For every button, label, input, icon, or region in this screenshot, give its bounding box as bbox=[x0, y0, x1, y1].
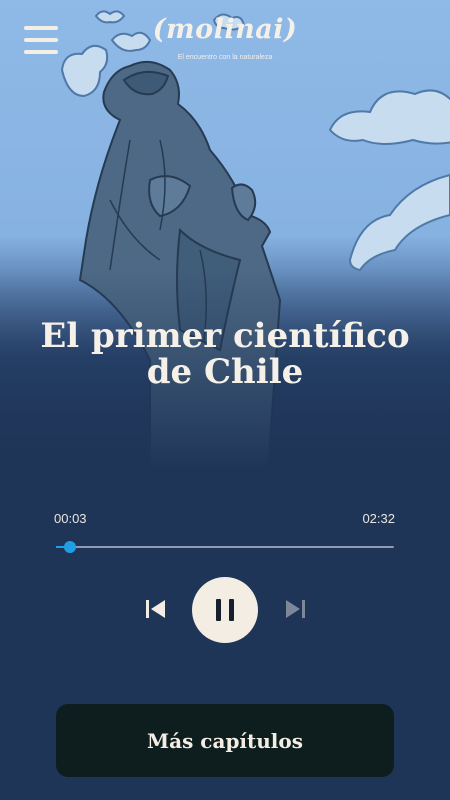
pause-button[interactable] bbox=[192, 577, 258, 643]
skip-next-icon[interactable] bbox=[283, 598, 307, 620]
current-time: 00:03 bbox=[54, 511, 87, 526]
skip-previous-icon[interactable] bbox=[144, 598, 168, 620]
progress-thumb[interactable] bbox=[63, 541, 76, 553]
app-tagline: El encuentro con la naturaleza bbox=[177, 54, 273, 61]
total-time: 02:32 bbox=[362, 511, 395, 526]
app-logo: (molinai) bbox=[152, 14, 298, 45]
episode-title-line-1: El primer científico bbox=[40, 316, 410, 356]
episode-title-line-2: de Chile bbox=[146, 352, 304, 392]
hero-section bbox=[0, 0, 450, 470]
progress-slider[interactable] bbox=[56, 541, 394, 553]
pause-icon bbox=[216, 599, 221, 621]
more-chapters-button[interactable]: Más capítulos bbox=[56, 704, 394, 777]
statue-illustration bbox=[0, 10, 450, 470]
episode-title: El primer científico de Chile bbox=[20, 318, 430, 390]
pause-icon-bar bbox=[229, 599, 234, 621]
